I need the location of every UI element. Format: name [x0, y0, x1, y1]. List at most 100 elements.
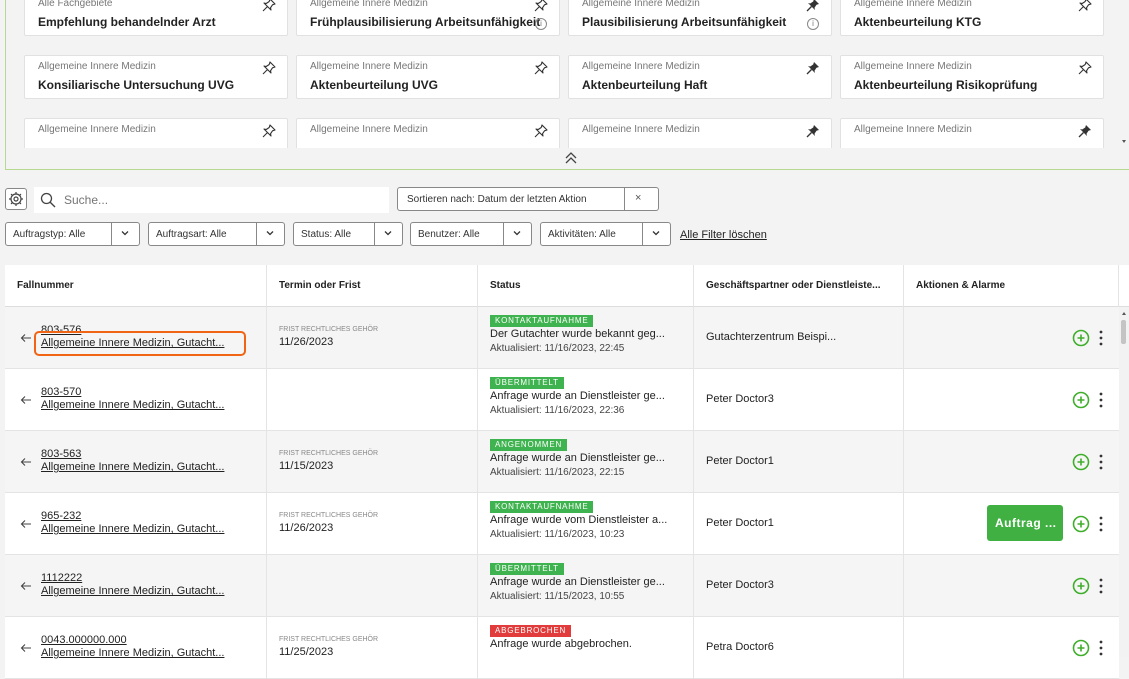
cell-fallnummer: 803-570 Allgemeine Innere Medizin, Gutach… [5, 369, 267, 430]
filter-aktivitaeten[interactable]: Aktivitäten: Alle [540, 222, 671, 246]
service-card[interactable]: Allgemeine Innere Medizin Konsiliarische … [24, 55, 288, 99]
arrow-left-icon[interactable] [20, 519, 32, 529]
card-specialty: Allgemeine Innere Medizin [310, 61, 428, 72]
column-header-aktionen[interactable]: Aktionen & Alarme [904, 265, 1119, 307]
case-description-link[interactable]: Allgemeine Innere Medizin, Gutacht... [41, 647, 224, 659]
service-card[interactable]: Allgemeine Innere Medizin [296, 118, 560, 148]
partner-name: Gutachterzentrum Beispi... [706, 331, 837, 343]
more-options-icon[interactable] [1098, 391, 1104, 409]
add-circle-icon[interactable] [1072, 453, 1090, 471]
case-number-link[interactable]: 0043.000000.000 [41, 634, 127, 646]
service-card[interactable]: Allgemeine Innere Medizin Aktenbeurteilun… [840, 55, 1104, 99]
filter-benutzer[interactable]: Benutzer: Alle [410, 222, 532, 246]
filter-label: Status: Alle [301, 229, 352, 240]
pin-filled-icon[interactable] [805, 123, 821, 139]
cards-scrollbar[interactable] [1119, 0, 1129, 148]
search-field[interactable] [34, 187, 389, 213]
more-options-icon[interactable] [1098, 329, 1104, 347]
more-options-icon[interactable] [1098, 577, 1104, 595]
table-row[interactable]: 0043.000000.000 Allgemeine Innere Medizin… [5, 617, 1119, 679]
add-circle-icon[interactable] [1072, 329, 1090, 347]
service-card[interactable]: Allgemeine Innere Medizin Aktenbeurteilun… [296, 55, 560, 99]
cell-aktionen [904, 307, 1119, 368]
pin-icon[interactable] [1077, 0, 1093, 13]
arrow-left-icon[interactable] [20, 581, 32, 591]
deadline-date: 11/25/2023 [279, 646, 334, 658]
status-text: Anfrage wurde vom Dienstleister a... [490, 514, 668, 526]
service-card[interactable]: Alle Fachgebiete Empfehlung behandelnder … [24, 0, 288, 36]
card-specialty: Allgemeine Innere Medizin [310, 124, 428, 135]
arrow-left-icon[interactable] [20, 333, 32, 343]
table-row[interactable]: 965-232 Allgemeine Innere Medizin, Gutach… [5, 493, 1119, 555]
clear-sort-icon[interactable]: × [635, 192, 641, 204]
pin-icon[interactable] [1077, 60, 1093, 76]
pin-icon[interactable] [533, 0, 549, 13]
card-title: Plausibilisierung Arbeitsunfähigkeit [582, 15, 787, 29]
more-options-icon[interactable] [1098, 515, 1104, 533]
service-card[interactable]: Allgemeine Innere Medizin Frühplausibilis… [296, 0, 560, 36]
pin-icon[interactable] [533, 60, 549, 76]
add-circle-icon[interactable] [1072, 577, 1090, 595]
clear-all-filters-link[interactable]: Alle Filter löschen [680, 229, 767, 241]
table-row[interactable]: 803-570 Allgemeine Innere Medizin, Gutach… [5, 369, 1119, 431]
add-circle-icon[interactable] [1072, 639, 1090, 657]
add-circle-icon[interactable] [1072, 515, 1090, 533]
service-card[interactable]: Allgemeine Innere Medizin [568, 118, 832, 148]
pin-icon[interactable] [533, 123, 549, 139]
table-header: Fallnummer Termin oder Frist Status Gesc… [5, 265, 1129, 307]
card-specialty: Alle Fachgebiete [38, 0, 113, 9]
card-title: Aktenbeurteilung KTG [854, 15, 982, 29]
pin-icon[interactable] [261, 123, 277, 139]
filter-auftragstyp[interactable]: Auftragstyp: Alle [5, 222, 140, 246]
column-header-partner[interactable]: Geschäftspartner oder Dienstleiste... [694, 265, 904, 307]
more-options-icon[interactable] [1098, 639, 1104, 657]
filter-auftragsart[interactable]: Auftragsart: Alle [148, 222, 285, 246]
cell-partner: Petra Doctor6 [694, 617, 904, 678]
service-card[interactable]: Allgemeine Innere Medizin [840, 118, 1104, 148]
case-description-link[interactable]: Allgemeine Innere Medizin, Gutacht... [41, 399, 224, 411]
more-options-icon[interactable] [1098, 453, 1104, 471]
sort-chip[interactable]: Sortieren nach: Datum der letzten Aktion… [397, 187, 659, 211]
service-card[interactable]: Allgemeine Innere Medizin Plausibilisieru… [568, 0, 832, 36]
column-header-status[interactable]: Status [478, 265, 694, 307]
table-scrollbar[interactable] [1119, 307, 1129, 657]
info-icon[interactable]: i [807, 18, 819, 30]
table-row[interactable]: 803-576 Allgemeine Innere Medizin, Gutach… [5, 307, 1119, 369]
settings-button[interactable] [5, 188, 27, 210]
collapse-chevron-icon[interactable] [563, 150, 579, 166]
deadline-date: 11/26/2023 [279, 336, 334, 348]
info-icon[interactable]: i [535, 18, 547, 30]
pin-icon[interactable] [261, 0, 277, 13]
case-description-link[interactable]: Allgemeine Innere Medizin, Gutacht... [41, 585, 224, 597]
case-number-link[interactable]: 803-570 [41, 386, 81, 398]
auftrag-button[interactable]: Auftrag ... [987, 505, 1063, 541]
service-card[interactable]: Allgemeine Innere Medizin Aktenbeurteilun… [568, 55, 832, 99]
table-scrollbar-thumb[interactable] [1121, 320, 1126, 344]
partner-name: Peter Doctor3 [706, 393, 774, 405]
case-number-link[interactable]: 965-232 [41, 510, 81, 522]
pin-filled-icon[interactable] [805, 60, 821, 76]
arrow-left-icon[interactable] [20, 395, 32, 405]
case-description-link[interactable]: Allgemeine Innere Medizin, Gutacht... [41, 523, 224, 535]
deadline-label: FRIST RECHTLICHES GEHÖR [279, 326, 379, 333]
column-header-termin[interactable]: Termin oder Frist [267, 265, 478, 307]
chevron-down-icon [121, 231, 129, 236]
service-card[interactable]: Allgemeine Innere Medizin Aktenbeurteilun… [840, 0, 1104, 36]
status-badge: ABGEBROCHEN [490, 625, 572, 637]
search-input[interactable] [64, 191, 379, 209]
add-circle-icon[interactable] [1072, 391, 1090, 409]
partner-name: Peter Doctor1 [706, 455, 774, 467]
service-card[interactable]: Allgemeine Innere Medizin [24, 118, 288, 148]
column-header-fallnummer[interactable]: Fallnummer [5, 265, 267, 307]
pin-filled-icon[interactable] [805, 0, 821, 13]
pin-icon[interactable] [261, 60, 277, 76]
pin-filled-icon[interactable] [1077, 123, 1093, 139]
case-description-link[interactable]: Allgemeine Innere Medizin, Gutacht... [41, 461, 224, 473]
table-row[interactable]: 803-563 Allgemeine Innere Medizin, Gutach… [5, 431, 1119, 493]
filter-status[interactable]: Status: Alle [293, 222, 403, 246]
case-number-link[interactable]: 1112222 [41, 572, 82, 584]
table-row[interactable]: 1112222 Allgemeine Innere Medizin, Gutach… [5, 555, 1119, 617]
card-title: Konsiliarische Untersuchung UVG [38, 78, 235, 92]
case-number-link[interactable]: 803-563 [41, 448, 81, 460]
arrow-left-icon[interactable] [20, 457, 32, 467]
